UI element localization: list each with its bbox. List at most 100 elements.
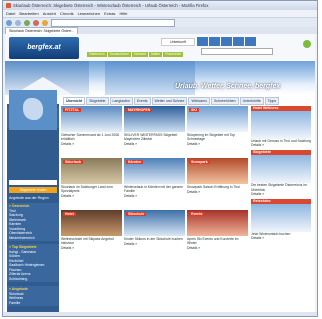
menu-item-datei[interactable]: Datei	[6, 11, 15, 16]
promo-more-link[interactable]: Details »	[251, 236, 311, 240]
sidebar-link[interactable]: Schladming	[9, 277, 57, 282]
menu-item-bearbeiten[interactable]: Bearbeiten	[19, 11, 38, 16]
teaser-card[interactable]: SKI Skiopening im Skigebiet mit Top Schne…	[187, 106, 248, 156]
teaser-more-link[interactable]: Details »	[61, 141, 122, 146]
sidebar-link[interactable]: Niederösterreich	[9, 236, 57, 241]
nav-tab[interactable]: Übersicht	[63, 97, 86, 105]
teaser-more-link[interactable]: Details »	[124, 141, 185, 146]
promo-more-link[interactable]: Details »	[251, 192, 311, 196]
country-tab[interactable]: Italien	[149, 52, 163, 57]
title-bar: Skiurlaub Österreich: Skigebiete Österre…	[3, 1, 317, 10]
teaser-more-link[interactable]: Details »	[61, 193, 122, 198]
teaser-image[interactable]: Snowpark	[187, 158, 248, 184]
teaser-text: SKILIVER WINTERPASS Skigebiet Mayrhofen …	[124, 133, 178, 142]
teaser-more-link[interactable]: Details »	[187, 141, 248, 146]
teaser-more-link[interactable]: Details »	[124, 193, 185, 198]
map-shape	[23, 98, 43, 120]
promo-box[interactable]: Hotel Wellness Urlaub mit Genuss in Tirol…	[251, 106, 311, 147]
webcam-icon[interactable]	[209, 37, 220, 46]
nav-tab[interactable]: Events	[133, 97, 151, 105]
address-bar[interactable]	[51, 18, 175, 27]
promo-more-link[interactable]: Details »	[251, 143, 311, 147]
country-tab[interactable]: Deutschland	[107, 52, 131, 57]
country-tab[interactable]: Österreich	[87, 52, 107, 57]
sidebar-section-austria: » Österreich Tirol Salzburg Steiermark Kärnt…	[7, 203, 59, 241]
forward-icon[interactable]	[15, 19, 21, 26]
teaser-image[interactable]: Skischule	[124, 210, 185, 236]
teaser-tag: Kärnten	[126, 160, 144, 164]
teaser-image[interactable]: Events	[187, 210, 248, 236]
header-icons	[197, 37, 256, 46]
teaser-image[interactable]: MAYRHOFEN	[124, 106, 185, 132]
header-search-input[interactable]	[201, 48, 273, 55]
sidebar-section-offers: » Angebote Skiurlaub Wellness Familie	[7, 286, 59, 306]
teaser-card[interactable]: Skischule Kinder Skikurs in der Skischule…	[124, 210, 185, 260]
browser-tab[interactable]: Skiurlaub Österreich: Skigebiete Österr.…	[5, 27, 79, 34]
window-title: Skiurlaub Österreich: Skigebiete Österre…	[13, 3, 209, 8]
weather-icon[interactable]	[197, 37, 208, 46]
promo-box[interactable]: Reisebüro Jetzt Winterurlaub buchen Detail…	[251, 199, 311, 240]
back-icon[interactable]	[6, 19, 12, 26]
teaser-card[interactable]: Events Après Ski Events und Konzerte im W…	[187, 210, 248, 260]
teaser-text: Snowpark Saison Eröffnung in Tirol	[187, 185, 240, 189]
teaser-more-link[interactable]: Details »	[61, 245, 122, 250]
teaser-more-link[interactable]: Details »	[187, 189, 248, 194]
teaser-card[interactable]: Kärnten Winterurlaub in Kärnten mit der g…	[124, 158, 185, 208]
austria-map[interactable]	[9, 90, 57, 130]
teaser-card[interactable]: Skiurlaub Skiurlaub im Salzburger Land zu…	[61, 158, 122, 208]
teaser-card[interactable]: PITZTAL Gletscher Sommercard ab 1 Juni 20…	[61, 106, 122, 156]
promo-image[interactable]	[251, 111, 311, 139]
teaser-image[interactable]: Kärnten	[124, 158, 185, 184]
nav-tab[interactable]: Tipps	[264, 97, 280, 105]
sidebar-search-input[interactable]	[9, 180, 57, 185]
nav-tab[interactable]: Webcams	[188, 97, 210, 105]
nav-tab[interactable]: Skigebiete	[86, 97, 109, 105]
teaser-tag: Snowpark	[189, 160, 210, 164]
country-tab[interactable]: Frankreich	[163, 52, 184, 57]
teaser-more-link[interactable]: Details »	[124, 241, 185, 246]
country-nav: Österreich Deutschland Schweiz Italien Frank…	[87, 52, 184, 57]
teaser-text: Skiopening im Skigebiet mit Top Schneela…	[187, 133, 235, 142]
promo-image[interactable]	[251, 155, 311, 184]
teaser-text: Skiurlaub im Salzburger Land zum Spezial…	[61, 185, 113, 194]
teaser-image[interactable]: PITZTAL	[61, 106, 122, 132]
sidebar-section-top: » Top Skigebiete Ischgl - Samnaun Sölden Ki…	[7, 244, 59, 282]
menu-item-ansicht[interactable]: Ansicht	[43, 11, 56, 16]
menu-item-lesezeichen[interactable]: Lesezeichen	[78, 11, 100, 16]
promo-box[interactable]: Skigebiete Die besten Skigebiete Österrei…	[251, 150, 311, 196]
teaser-card[interactable]: MAYRHOFEN SKILIVER WINTERPASS Skigebiet M…	[124, 106, 185, 156]
card-row: PITZTAL Gletscher Sommercard ab 1 Juni 20…	[61, 106, 249, 156]
nav-tab[interactable]: Langlaufen	[109, 97, 133, 105]
teaser-tag: SKI	[189, 108, 199, 112]
menu-item-chronik[interactable]: Chronik	[60, 11, 74, 16]
stop-icon[interactable]	[33, 19, 39, 26]
site-logo[interactable]: bergfex.at	[9, 37, 79, 59]
country-tab[interactable]: Schweiz	[131, 52, 149, 57]
main-nav: Übersicht Skigebiete Langlaufen Events Wette…	[63, 97, 280, 105]
teaser-more-link[interactable]: Details »	[187, 245, 248, 250]
nav-tab[interactable]: Unterkünfte	[239, 97, 264, 105]
nav-tab[interactable]: Schneehöhen	[210, 97, 239, 105]
mobile-icon[interactable]	[245, 37, 256, 46]
menu-item-extras[interactable]: Extras	[104, 11, 115, 16]
card-row: Skiurlaub Skiurlaub im Salzburger Land zu…	[61, 158, 249, 208]
reload-icon[interactable]	[24, 19, 30, 26]
sidebar-link[interactable]: Familie	[9, 301, 57, 306]
teaser-image[interactable]: Hotel	[61, 210, 122, 236]
teaser-tag: Hotel	[63, 212, 76, 216]
menu-item-hilfe[interactable]: Hilfe	[119, 11, 127, 16]
teaser-card[interactable]: Hotel Wellnesshotel mit Skipass Angebot i…	[61, 210, 122, 260]
teaser-card[interactable]: Snowpark Snowpark Saison Eröffnung in Tir…	[187, 158, 248, 208]
firefox-icon	[6, 3, 11, 8]
teaser-image[interactable]: SKI	[187, 106, 248, 132]
teaser-image[interactable]: Skiurlaub	[61, 158, 122, 184]
home-icon[interactable]	[42, 19, 48, 26]
accommodation-button[interactable]: Unterkunft	[161, 38, 195, 46]
web-page: bergfex.at Österreich Deutschland Schweiz I…	[5, 34, 315, 316]
teaser-tag: Events	[189, 212, 205, 216]
promo-image[interactable]	[251, 204, 311, 233]
nav-tab[interactable]: Wetter und Schnee	[151, 97, 188, 105]
find-resorts-button[interactable]: Skigebiete finden	[9, 187, 57, 193]
map-icon[interactable]	[233, 37, 244, 46]
snow-icon[interactable]	[221, 37, 232, 46]
